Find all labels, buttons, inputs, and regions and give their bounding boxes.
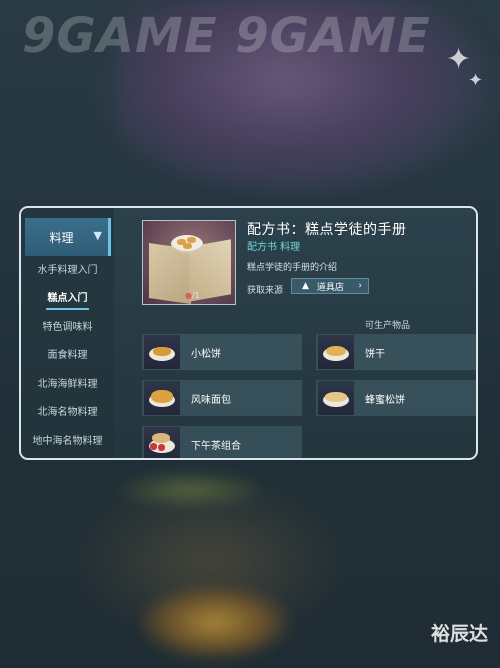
sidebar-item-label: 糕点入门	[47, 293, 88, 304]
source-label: 获取来源	[247, 286, 284, 296]
active-indicator	[46, 308, 89, 310]
sidebar-item[interactable]: 水手料理入门	[21, 258, 114, 284]
sidebar-item-label: 面食料理	[47, 350, 88, 361]
produce-section-title: 可生产物品	[365, 321, 411, 331]
food-icon	[144, 335, 180, 369]
shop-button[interactable]: ▲ 道具店 ›	[291, 278, 369, 294]
produce-item[interactable]: 蜂蜜松饼	[316, 380, 476, 416]
food-icon	[144, 427, 180, 458]
background-blur-food	[110, 470, 270, 510]
sidebar-item[interactable]: 特色调味料	[21, 315, 114, 341]
produce-item-name: 饼干	[365, 349, 385, 360]
sidebar-item-label: 北海海鲜料理	[37, 379, 98, 390]
item-type: 配方书 料理	[247, 242, 301, 253]
item-description: 糕点学徒的手册的介绍	[247, 263, 338, 273]
produce-item[interactable]: 小松饼	[142, 334, 302, 370]
recipe-panel: 料理 ▼ 水手料理入门 糕点入门 特色调味料 面食料理 北海海鲜料理 北海名物料…	[19, 206, 478, 460]
sidebar-item-label: 地中海名物料理	[32, 436, 103, 447]
sidebar-item[interactable]: 北海名物料理	[21, 400, 114, 426]
produce-item-name: 风味面包	[191, 395, 231, 406]
sidebar-item[interactable]: 地中海名物料理	[21, 429, 114, 455]
food-icon	[318, 381, 354, 415]
sparkle-icon: ✦	[468, 70, 484, 91]
background-blur-bottom	[140, 585, 290, 660]
corner-logo: 裕辰达	[430, 623, 488, 645]
recipe-book-image[interactable]: ●/1	[142, 220, 236, 305]
shop-button-label: 道具店	[316, 282, 344, 293]
category-sidebar: 料理 ▼ 水手料理入门 糕点入门 特色调味料 面食料理 北海海鲜料理 北海名物料…	[21, 208, 114, 458]
sidebar-item-label: 北海名物料理	[37, 407, 98, 418]
bag-icon: ▲	[302, 281, 309, 291]
produce-item[interactable]: 饼干	[316, 334, 476, 370]
item-count: ●/1	[185, 291, 200, 300]
produce-item[interactable]: 下午茶组合	[142, 426, 302, 458]
produce-item-name: 下午茶组合	[191, 441, 241, 452]
chevron-down-icon: ▼	[93, 229, 102, 242]
food-icon	[144, 381, 180, 415]
chevron-right-icon: ›	[358, 281, 362, 291]
category-label: 料理	[49, 230, 74, 245]
food-icon	[318, 335, 354, 369]
sidebar-item-label: 水手料理入门	[37, 265, 98, 276]
produce-item-name: 小松饼	[191, 349, 221, 360]
watermark: 9GAME 9GAME	[22, 8, 431, 64]
produce-item[interactable]: 风味面包	[142, 380, 302, 416]
sidebar-item[interactable]: 面食料理	[21, 343, 114, 369]
sidebar-item-label: 特色调味料	[42, 322, 93, 333]
produce-item-name: 蜂蜜松饼	[365, 395, 405, 406]
category-dropdown[interactable]: 料理 ▼	[25, 218, 111, 256]
sidebar-item-active[interactable]: 糕点入门	[21, 286, 114, 312]
item-title: 配方书：糕点学徒的手册	[247, 222, 407, 238]
sidebar-item[interactable]: 北海海鲜料理	[21, 372, 114, 398]
